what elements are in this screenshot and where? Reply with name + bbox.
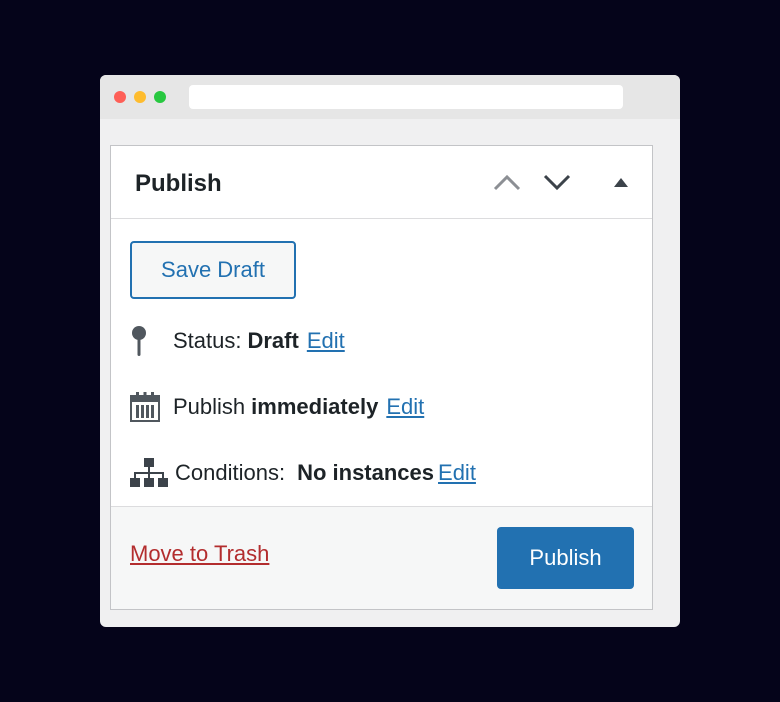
publish-panel: Publish Save Draft Status: Draft Edit Pu… (110, 145, 653, 610)
conditions-label: Conditions: (175, 460, 286, 485)
status-value: Draft (247, 328, 299, 353)
publish-button[interactable]: Publish (497, 527, 634, 589)
sitemap-icon (129, 453, 175, 493)
panel-header: Publish (111, 146, 652, 219)
pin-icon (129, 321, 173, 361)
window-titlebar (100, 75, 680, 119)
browser-window: Publish Save Draft Status: Draft Edit Pu… (100, 75, 680, 627)
status-label: Status: (173, 328, 242, 353)
move-up-button[interactable] (489, 166, 525, 198)
minimize-window-icon[interactable] (134, 91, 146, 103)
close-window-icon[interactable] (114, 91, 126, 103)
schedule-row: Publish immediately Edit (129, 387, 424, 427)
chevron-up-icon (493, 174, 521, 191)
conditions-value: No instances (297, 460, 435, 485)
maximize-window-icon[interactable] (154, 91, 166, 103)
save-draft-button[interactable]: Save Draft (130, 241, 296, 299)
schedule-label: Publish (173, 394, 246, 419)
move-down-button[interactable] (539, 166, 575, 198)
triangle-up-icon (614, 178, 628, 187)
conditions-row: Conditions: No instances Edit (129, 453, 476, 493)
move-to-trash-link[interactable]: Move to Trash (130, 541, 269, 567)
panel-footer: Move to Trash Publish (111, 506, 652, 609)
address-bar[interactable] (189, 85, 623, 109)
panel-title: Publish (135, 170, 222, 197)
chevron-down-icon (543, 174, 571, 191)
status-row: Status: Draft Edit (129, 321, 345, 361)
calendar-icon (129, 387, 173, 427)
toggle-panel-button[interactable] (603, 166, 639, 198)
panel-body: Save Draft Status: Draft Edit Publish im… (111, 219, 652, 509)
schedule-value: immediately (251, 394, 379, 419)
edit-status-link[interactable]: Edit (307, 328, 345, 354)
edit-conditions-link[interactable]: Edit (438, 460, 476, 486)
edit-schedule-link[interactable]: Edit (386, 394, 424, 420)
